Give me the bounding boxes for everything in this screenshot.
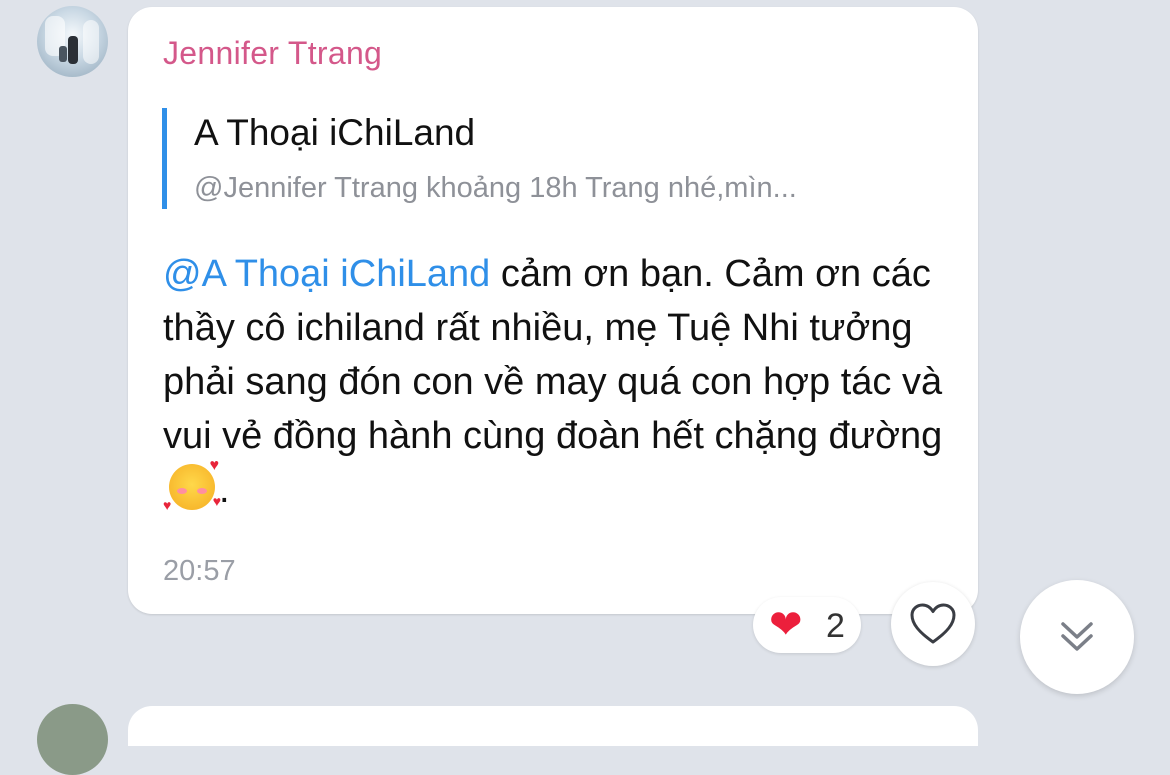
reaction-count: 2 [826,607,845,645]
quote-preview: @Jennifer Ttrang khoảng 18h Trang nhé,mì… [194,172,797,204]
scroll-to-bottom-button[interactable] [1020,580,1134,694]
avatar-figure [59,46,67,62]
avatar-snow-shape [83,20,99,64]
next-message-avatar[interactable] [37,704,108,775]
like-button[interactable] [891,582,975,666]
reaction-summary[interactable]: ❤ 2 [753,597,861,653]
quote-author: A Thoại iChiLand [194,112,476,153]
reply-quote[interactable]: A Thoại iChiLand @Jennifer Ttrang khoảng… [162,108,922,209]
double-chevron-down-icon [1061,622,1093,651]
mention-link[interactable]: @A Thoại iChiLand [163,253,490,295]
smiling-face-with-hearts-icon: ♥ ♥ ♥ [163,457,221,513]
message-text: @A Thoại iChiLand cảm ơn bạn. Cảm ơn các… [163,247,963,517]
sender-name[interactable]: Jennifer Ttrang [163,35,382,72]
heart-outline-icon [910,603,956,644]
next-message-bubble[interactable] [128,706,978,746]
red-heart-icon: ❤ [769,603,803,647]
sender-avatar[interactable] [37,6,108,77]
message-timestamp: 20:57 [163,555,236,587]
message-bubble[interactable]: Jennifer Ttrang A Thoại iChiLand @Jennif… [128,7,978,614]
avatar-figure [68,36,78,64]
